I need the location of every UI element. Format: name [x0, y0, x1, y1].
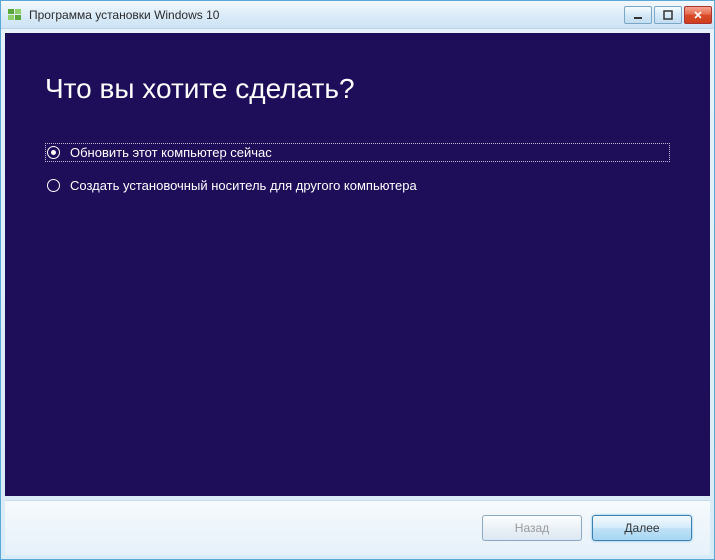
radio-icon: [47, 146, 60, 159]
maximize-button[interactable]: [654, 6, 682, 24]
installer-window: Программа установки Windows 10 Что вы хо…: [0, 0, 715, 560]
footer: Назад Далее: [5, 500, 710, 555]
window-title: Программа установки Windows 10: [29, 8, 624, 22]
radio-icon: [47, 179, 60, 192]
titlebar: Программа установки Windows 10: [1, 1, 714, 29]
app-icon: [7, 7, 23, 23]
window-controls: [624, 6, 712, 24]
next-button[interactable]: Далее: [592, 515, 692, 541]
back-button[interactable]: Назад: [482, 515, 582, 541]
close-button[interactable]: [684, 6, 712, 24]
content-area: Что вы хотите сделать? Обновить этот ком…: [5, 33, 710, 496]
page-heading: Что вы хотите сделать?: [45, 73, 670, 105]
option-upgrade-now[interactable]: Обновить этот компьютер сейчас: [45, 143, 670, 162]
option-create-media[interactable]: Создать установочный носитель для другог…: [45, 176, 670, 195]
minimize-button[interactable]: [624, 6, 652, 24]
option-label: Обновить этот компьютер сейчас: [70, 145, 272, 160]
option-label: Создать установочный носитель для другог…: [70, 178, 417, 193]
